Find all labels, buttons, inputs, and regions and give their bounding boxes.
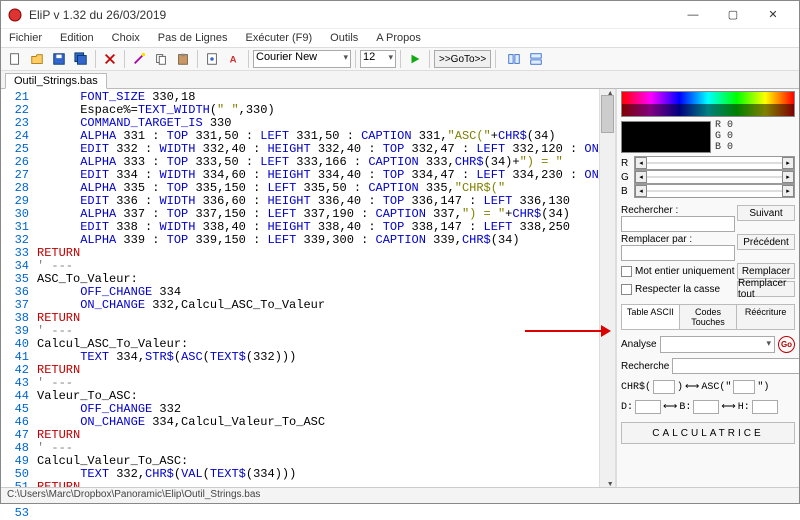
save-icon[interactable]	[49, 49, 69, 69]
status-path: C:\Users\Marc\Dropbox\Panoramic\Elip\Out…	[7, 489, 260, 500]
chr-input[interactable]	[653, 380, 675, 394]
toolbar: A Courier New 12 >>GoTo>>	[1, 47, 799, 71]
recherche-input[interactable]	[672, 358, 799, 374]
font-select-value: Courier New	[256, 51, 317, 63]
color-palette[interactable]	[621, 91, 795, 117]
editor[interactable]: 21 22 23 24 25 26 27 28 29 30 31 32 33 3…	[1, 89, 616, 489]
menu-exec[interactable]: Exécuter (F9)	[242, 31, 317, 45]
chr-asc-row: CHR$() ⟷ ASC("")	[621, 380, 795, 394]
menu-choice[interactable]: Choix	[108, 31, 144, 45]
file-tabs: Outil_Strings.bas	[1, 71, 799, 89]
replace-label: Remplacer par :	[621, 234, 735, 245]
save-all-icon[interactable]	[71, 49, 91, 69]
tab-rewrite[interactable]: Réécriture	[737, 305, 794, 329]
paste-icon[interactable]	[173, 49, 193, 69]
menu-about[interactable]: A Propos	[372, 31, 425, 45]
match-case-checkbox[interactable]	[621, 284, 632, 295]
run-icon[interactable]	[405, 49, 425, 69]
whole-word-label: Mot entier uniquement	[635, 266, 735, 277]
titlebar: EliP v 1.32 du 26/03/2019 — ▢ ✕	[1, 1, 799, 29]
analyse-label: Analyse	[621, 339, 657, 350]
new-file-icon[interactable]	[5, 49, 25, 69]
scroll-thumb[interactable]	[601, 95, 614, 133]
close-tab-icon[interactable]	[100, 49, 120, 69]
app-icon	[7, 7, 23, 23]
recherche-label: Recherche	[621, 361, 669, 372]
code-area[interactable]: FONT_SIZE 330,18 Espace%=TEXT_WIDTH(" ",…	[35, 89, 599, 489]
menu-lines[interactable]: Pas de Lignes	[154, 31, 232, 45]
minimize-button[interactable]: —	[673, 2, 713, 28]
color-swatch[interactable]	[621, 121, 711, 153]
menu-edit[interactable]: Edition	[56, 31, 98, 45]
right-tabs: Table ASCII Codes Touches Réécriture	[621, 304, 795, 330]
font-icon[interactable]: A	[224, 49, 244, 69]
next-button[interactable]: Suivant	[737, 205, 795, 221]
asc-input[interactable]	[733, 380, 755, 394]
bin-input[interactable]	[693, 400, 719, 414]
prev-button[interactable]: Précédent	[737, 234, 795, 250]
goto-button[interactable]: >>GoTo>>	[434, 50, 491, 68]
copy-icon[interactable]	[151, 49, 171, 69]
right-panel: R 0 G 0 B 0 R◂▸G◂▸B◂▸ Rechercher : Suiva…	[616, 89, 799, 489]
arrow-icon: ⟷	[685, 381, 699, 393]
slider-g[interactable]: ◂▸	[634, 170, 795, 184]
tile-h-icon[interactable]	[504, 49, 524, 69]
line-gutter: 21 22 23 24 25 26 27 28 29 30 31 32 33 3…	[1, 89, 35, 489]
dec-input[interactable]	[635, 400, 661, 414]
size-select-value: 12	[363, 51, 375, 63]
menubar: Fichier Edition Choix Pas de Lignes Exéc…	[1, 29, 799, 47]
bookmark-icon[interactable]	[202, 49, 222, 69]
go-button[interactable]: Go	[778, 336, 795, 353]
menu-tools[interactable]: Outils	[326, 31, 362, 45]
close-button[interactable]: ✕	[753, 2, 793, 28]
slider-r[interactable]: ◂▸	[634, 156, 795, 170]
tab-keys[interactable]: Codes Touches	[680, 305, 738, 329]
match-case-label: Respecter la casse	[635, 284, 720, 295]
hex-input[interactable]	[752, 400, 778, 414]
analyse-select[interactable]	[660, 336, 775, 353]
statusbar: C:\Users\Marc\Dropbox\Panoramic\Elip\Out…	[1, 487, 799, 503]
rgb-readout: R 0 G 0 B 0	[715, 120, 733, 153]
window-title: EliP v 1.32 du 26/03/2019	[29, 8, 673, 22]
replace-all-button[interactable]: Remplacer tout	[737, 281, 795, 297]
open-file-icon[interactable]	[27, 49, 47, 69]
calculator-button[interactable]: CALCULATRICE	[621, 422, 795, 444]
size-select[interactable]: 12	[360, 50, 396, 68]
search-input[interactable]	[621, 216, 735, 232]
maximize-button[interactable]: ▢	[713, 2, 753, 28]
base-convert-row: D: ⟷ B: ⟷ H:	[621, 400, 795, 414]
font-select[interactable]: Courier New	[253, 50, 351, 68]
menu-file[interactable]: Fichier	[5, 31, 46, 45]
slider-b[interactable]: ◂▸	[634, 184, 795, 198]
replace-button[interactable]: Remplacer	[737, 263, 795, 279]
replace-input[interactable]	[621, 245, 735, 261]
whole-word-checkbox[interactable]	[621, 266, 632, 277]
vertical-scrollbar[interactable]: ▲ ▼	[599, 89, 615, 489]
magic-icon[interactable]	[129, 49, 149, 69]
svg-text:A: A	[230, 55, 237, 66]
search-label: Rechercher :	[621, 205, 735, 216]
tab-ascii[interactable]: Table ASCII	[622, 305, 680, 329]
file-tab-active[interactable]: Outil_Strings.bas	[5, 73, 107, 89]
tile-v-icon[interactable]	[526, 49, 546, 69]
